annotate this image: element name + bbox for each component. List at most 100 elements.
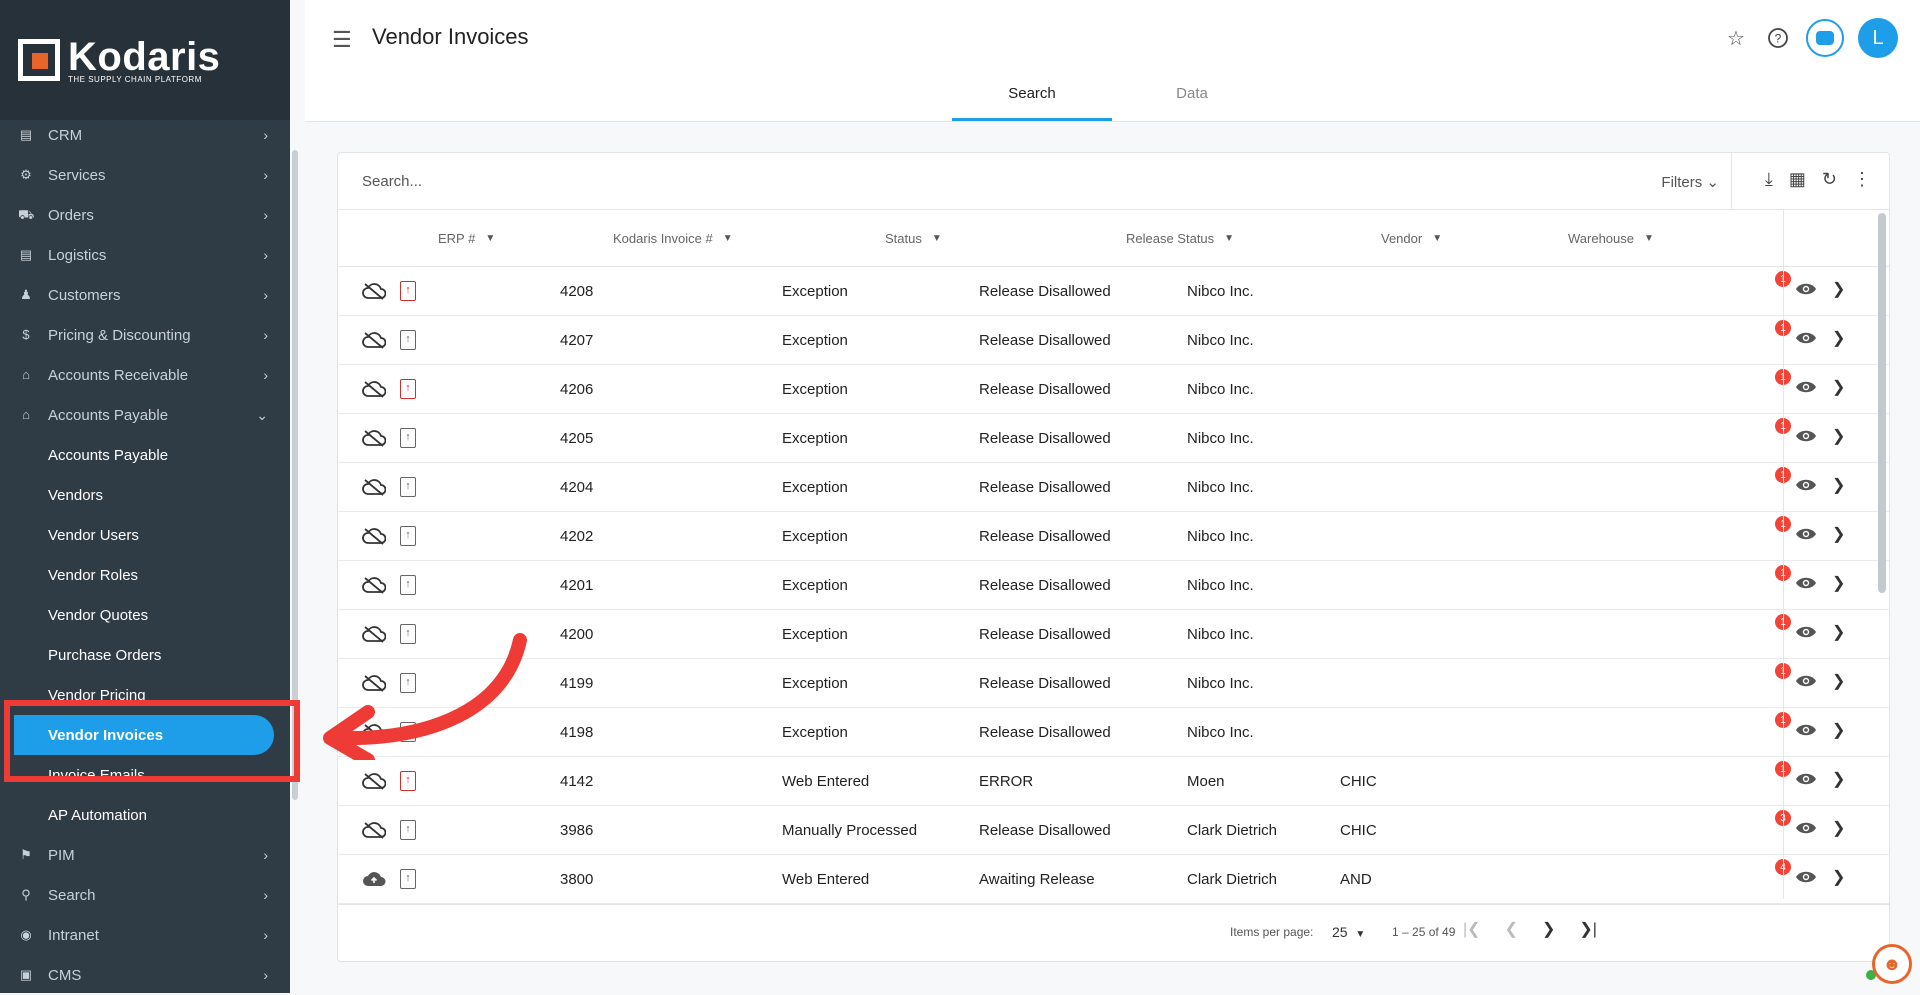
chevron-right-icon[interactable]: ❯ — [1832, 573, 1845, 593]
cloud-off-icon[interactable] — [362, 282, 386, 300]
file-upload-icon[interactable]: ↑ — [400, 477, 416, 497]
search-input[interactable]: Search... — [362, 173, 422, 190]
file-upload-icon[interactable]: ↑ — [400, 379, 416, 399]
file-upload-icon[interactable]: ↑ — [400, 575, 416, 595]
col-vendor[interactable]: Vendor ▼ — [1381, 210, 1442, 266]
sidebar-item-services[interactable]: ⚙ Services › — [0, 155, 290, 195]
eye-icon[interactable] — [1795, 282, 1817, 296]
file-upload-icon[interactable]: ↑ — [400, 281, 416, 301]
sidebar-subitem-vendors[interactable]: Vendors — [0, 475, 290, 515]
table-row[interactable]: ↑ 4208 Exception Release Disallowed Nibco In… — [338, 267, 1889, 316]
chevron-right-icon[interactable]: ❯ — [1832, 475, 1845, 495]
col-warehouse[interactable]: Warehouse ▼ — [1568, 210, 1654, 266]
sidebar-item-search[interactable]: ⚲ Search › — [0, 875, 290, 915]
eye-icon[interactable] — [1795, 674, 1817, 688]
chevron-right-icon[interactable]: ❯ — [1832, 426, 1845, 446]
eye-icon[interactable] — [1795, 429, 1817, 443]
cloud-off-icon[interactable] — [362, 429, 386, 447]
sidebar-subitem-vendor-users[interactable]: Vendor Users — [0, 515, 290, 555]
eye-icon[interactable] — [1795, 527, 1817, 541]
help-icon[interactable]: ? — [1764, 24, 1792, 52]
table-row[interactable]: ↑ 4205 Exception Release Disallowed Nibco In… — [338, 414, 1889, 463]
chevron-right-icon[interactable]: ❯ — [1832, 279, 1845, 299]
chevron-right-icon[interactable]: ❯ — [1832, 524, 1845, 544]
table-scrollbar[interactable] — [1878, 213, 1886, 593]
sidebar-subitem-purchase-orders[interactable]: Purchase Orders — [0, 635, 290, 675]
assistant-bot-icon[interactable] — [1806, 19, 1844, 57]
chevron-right-icon[interactable]: ❯ — [1832, 867, 1845, 887]
col-status[interactable]: Status ▼ — [885, 210, 942, 266]
sidebar-item-pricing-discounting[interactable]: $ Pricing & Discounting › — [0, 315, 290, 355]
columns-icon[interactable]: ▦ — [1789, 169, 1806, 190]
eye-icon[interactable] — [1795, 723, 1817, 737]
eye-icon[interactable] — [1795, 870, 1817, 884]
tab-data[interactable]: Data — [1112, 80, 1272, 118]
eye-icon[interactable] — [1795, 772, 1817, 786]
next-page-icon[interactable]: ❯ — [1542, 919, 1555, 939]
tab-search[interactable]: Search — [952, 80, 1112, 121]
chevron-right-icon[interactable]: ❯ — [1832, 377, 1845, 397]
star-icon[interactable]: ☆ — [1722, 24, 1750, 52]
sidebar-item-accounts-payable[interactable]: ⌂ Accounts Payable ⌄ — [0, 395, 290, 435]
eye-icon[interactable] — [1795, 576, 1817, 590]
last-page-icon[interactable]: ❯| — [1579, 919, 1597, 939]
chevron-right-icon[interactable]: ❯ — [1832, 328, 1845, 348]
table-row[interactable]: ↑ 3800 Web Entered Awaiting Release Clark Di… — [338, 855, 1889, 904]
file-upload-icon[interactable]: ↑ — [400, 330, 416, 350]
eye-icon[interactable] — [1795, 478, 1817, 492]
table-row[interactable]: ↑ 4206 Exception Release Disallowed Nibco In… — [338, 365, 1889, 414]
table-row[interactable]: ↑ 4207 Exception Release Disallowed Nibco In… — [338, 316, 1889, 365]
table-row[interactable]: ↑ 4202 Exception Release Disallowed Nibco In… — [338, 512, 1889, 561]
sidebar-subitem-ap-automation[interactable]: AP Automation — [0, 795, 290, 835]
sidebar-item-intranet[interactable]: ◉ Intranet › — [0, 915, 290, 955]
cloud-off-icon[interactable] — [362, 380, 386, 398]
chevron-right-icon[interactable]: ❯ — [1832, 818, 1845, 838]
file-upload-icon[interactable]: ↑ — [400, 428, 416, 448]
cloud-off-icon[interactable] — [362, 772, 386, 790]
sidebar-item-customers[interactable]: ♟ Customers › — [0, 275, 290, 315]
avatar[interactable]: L — [1858, 18, 1898, 58]
col-invoice[interactable]: Kodaris Invoice # ▼ — [613, 210, 733, 266]
cloud-off-icon[interactable] — [362, 527, 386, 545]
more-vert-icon[interactable]: ⋮ — [1853, 169, 1871, 190]
sidebar-item-orders[interactable]: ⛟ Orders › — [0, 195, 290, 235]
eye-icon[interactable] — [1795, 331, 1817, 345]
sidebar-item-crm[interactable]: ▤ CRM › — [0, 115, 290, 155]
chevron-right-icon[interactable]: ❯ — [1832, 769, 1845, 789]
cloud-off-icon[interactable] — [362, 576, 386, 594]
chevron-right-icon[interactable]: ❯ — [1832, 622, 1845, 642]
table-row[interactable]: ↑ 4204 Exception Release Disallowed Nibco In… — [338, 463, 1889, 512]
filters-dropdown[interactable]: Filters ⌄ — [1661, 173, 1719, 191]
eye-icon[interactable] — [1795, 380, 1817, 394]
cloud-off-icon[interactable] — [362, 331, 386, 349]
table-row[interactable]: ↑ 4199 Exception Release Disallowed Nibco In… — [338, 659, 1889, 708]
file-upload-icon[interactable]: ↑ — [400, 526, 416, 546]
sidebar-subitem-accounts-payable[interactable]: Accounts Payable — [0, 435, 290, 475]
prev-page-icon[interactable]: ❮ — [1505, 919, 1518, 939]
chevron-right-icon[interactable]: ❯ — [1832, 720, 1845, 740]
chevron-right-icon[interactable]: ❯ — [1832, 671, 1845, 691]
cloud-off-icon[interactable] — [362, 478, 386, 496]
table-row[interactable]: ↑ 4201 Exception Release Disallowed Nibco In… — [338, 561, 1889, 610]
refresh-icon[interactable]: ↻ — [1822, 169, 1837, 190]
first-page-icon[interactable]: |❮ — [1463, 919, 1481, 939]
sidebar-item-logistics[interactable]: ▤ Logistics › — [0, 235, 290, 275]
file-upload-icon[interactable]: ↑ — [400, 771, 416, 791]
file-upload-icon[interactable]: ↑ — [400, 820, 416, 840]
items-per-page-select[interactable]: 25 ▼ — [1332, 924, 1365, 940]
eye-icon[interactable] — [1795, 821, 1817, 835]
sidebar-item-cms[interactable]: ▣ CMS › — [0, 955, 290, 995]
download-icon[interactable]: ⤓ — [1765, 169, 1773, 190]
cloud-upload-icon[interactable] — [362, 870, 386, 888]
logo[interactable]: Kodaris THE SUPPLY CHAIN PLATFORM — [0, 0, 290, 120]
menu-icon[interactable]: ☰ — [332, 27, 352, 53]
col-release-status[interactable]: Release Status ▼ — [1126, 210, 1234, 266]
col-erp[interactable]: ERP # ▼ — [438, 210, 495, 266]
sidebar-item-accounts-receivable[interactable]: ⌂ Accounts Receivable › — [0, 355, 290, 395]
sidebar-subitem-vendor-quotes[interactable]: Vendor Quotes — [0, 595, 290, 635]
sidebar-subitem-vendor-roles[interactable]: Vendor Roles — [0, 555, 290, 595]
table-row[interactable]: ↑ 4200 Exception Release Disallowed Nibco In… — [338, 610, 1889, 659]
cloud-off-icon[interactable] — [362, 821, 386, 839]
file-upload-icon[interactable]: ↑ — [400, 869, 416, 889]
table-row[interactable]: ↑ 3986 Manually Processed Release Disallowe… — [338, 806, 1889, 855]
